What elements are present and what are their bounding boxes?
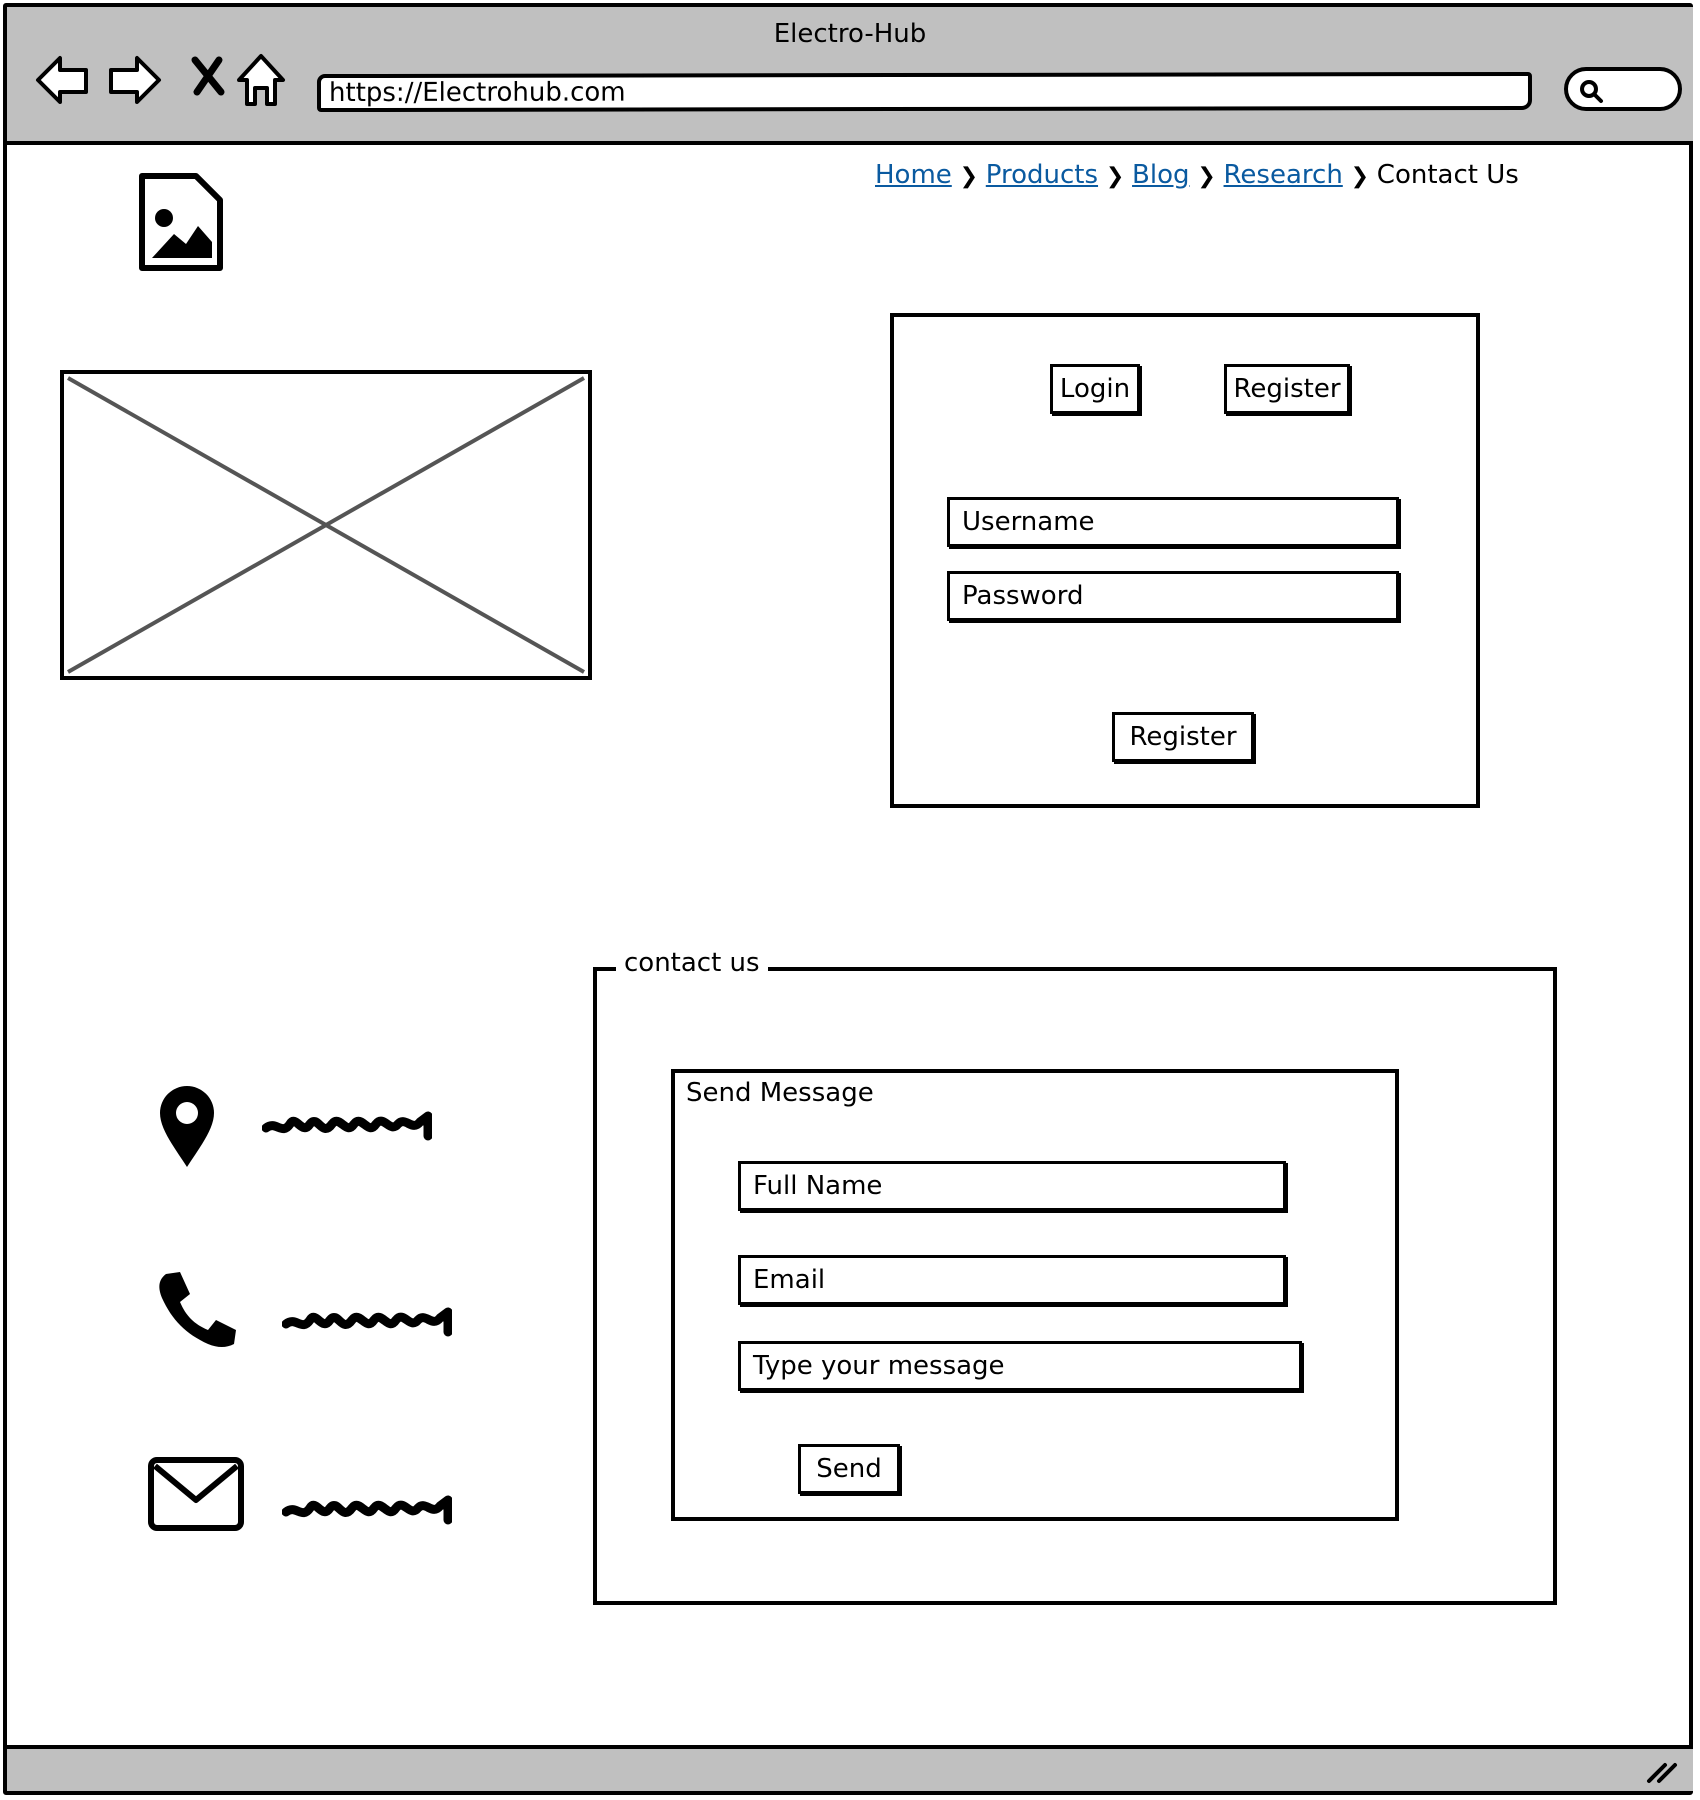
stop-icon[interactable] (187, 52, 229, 102)
home-icon[interactable] (235, 52, 287, 108)
username-field[interactable]: Username (947, 497, 1399, 547)
envelope-icon (148, 1457, 244, 1531)
phone-number-scribble (282, 1307, 452, 1337)
password-field[interactable]: Password (947, 571, 1399, 621)
breadcrumb-home[interactable]: Home (875, 160, 952, 190)
send-button[interactable]: Send (798, 1444, 900, 1494)
send-message-title: Send Message (686, 1078, 874, 1108)
logo-image-icon (139, 173, 223, 271)
browser-status-bar (7, 1745, 1693, 1791)
chevron-right-icon: ❯ (1350, 164, 1370, 189)
search-icon (1580, 80, 1603, 103)
breadcrumb-current: Contact Us (1376, 160, 1519, 190)
breadcrumb: Home ❯ Products ❯ Blog ❯ Research ❯ Contact Us (875, 160, 1519, 190)
address-scribble (262, 1111, 432, 1141)
chevron-right-icon: ❯ (959, 164, 978, 189)
location-pin-icon (160, 1086, 214, 1167)
register-submit-button[interactable]: Register (1112, 712, 1254, 762)
message-field[interactable]: Type your message (738, 1341, 1302, 1391)
image-placeholder (60, 370, 592, 680)
chevron-right-icon: ❯ (1105, 164, 1125, 189)
email-field[interactable]: Email (738, 1255, 1286, 1305)
back-icon[interactable] (32, 52, 92, 108)
resize-grip-icon[interactable] (1645, 1759, 1679, 1785)
window-title: Electro-Hub (773, 19, 927, 49)
register-tab[interactable]: Register (1224, 364, 1350, 414)
phone-icon (159, 1272, 236, 1347)
forward-icon[interactable] (105, 52, 165, 108)
chevron-right-icon: ❯ (1197, 164, 1216, 189)
breadcrumb-blog[interactable]: Blog (1132, 160, 1189, 190)
breadcrumb-products[interactable]: Products (986, 160, 1098, 190)
browser-toolbar: Electro-Hub https://Electrohub.com (7, 7, 1693, 145)
email-address-scribble (282, 1495, 452, 1525)
browser-search-box[interactable] (1564, 67, 1682, 111)
address-bar[interactable]: https://Electrohub.com (316, 71, 1533, 113)
login-tab[interactable]: Login (1050, 364, 1140, 414)
contact-us-legend: contact us (616, 948, 768, 978)
full-name-field[interactable]: Full Name (738, 1161, 1286, 1211)
breadcrumb-research[interactable]: Research (1224, 160, 1343, 190)
